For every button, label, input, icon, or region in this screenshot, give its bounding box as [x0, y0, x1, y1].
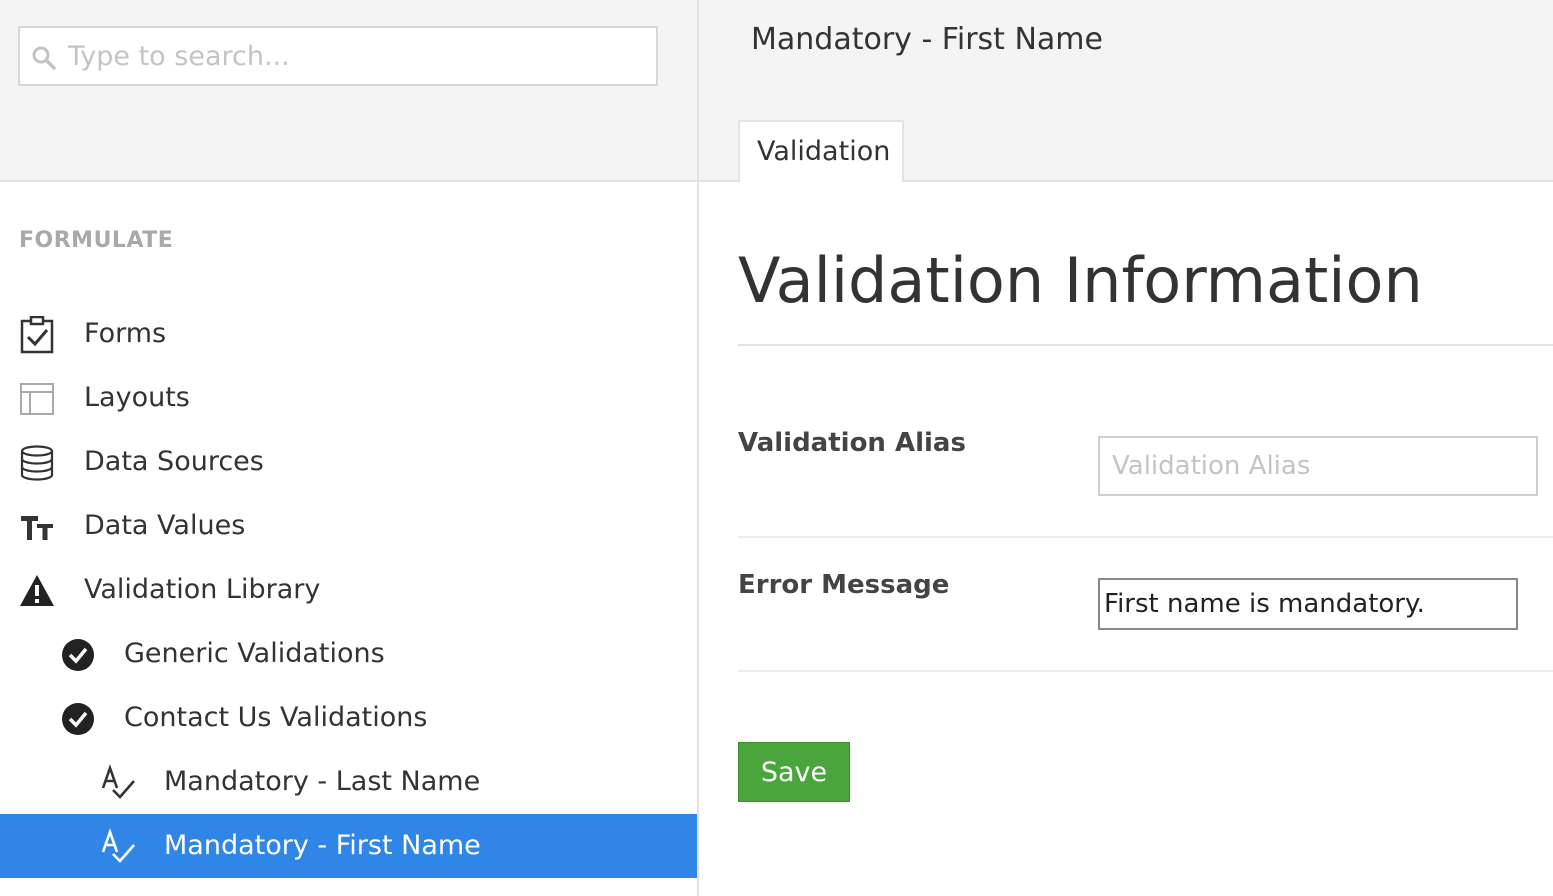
sidebar-item-contact-us-validations[interactable]: Contact Us Validations	[0, 686, 698, 750]
search-box[interactable]	[18, 26, 658, 86]
sidebar-search-area	[0, 0, 698, 182]
section-heading: FORMULATE	[19, 228, 174, 253]
sidebar-item-label: Data Sources	[84, 446, 264, 477]
sidebar-item-mandatory-first-name[interactable]: Mandatory - First Name	[0, 814, 698, 878]
error-message-input[interactable]	[1098, 578, 1518, 630]
clipboard-check-icon	[18, 316, 56, 354]
sidebar-item-label: Mandatory - First Name	[164, 830, 481, 861]
sidebar-item-label: Forms	[84, 318, 167, 349]
check-circle-icon	[59, 700, 97, 738]
database-icon	[18, 444, 56, 482]
sidebar-item-label: Mandatory - Last Name	[164, 766, 481, 797]
sidebar-item-label: Layouts	[84, 382, 190, 413]
text-size-icon	[18, 508, 56, 546]
validation-alias-input[interactable]	[1098, 436, 1538, 496]
sidebar-item-label: Validation Library	[84, 574, 321, 605]
spellcheck-icon	[99, 828, 137, 866]
layout-icon	[18, 380, 56, 418]
title-divider	[738, 344, 1553, 346]
content-body: Validation Information Validation Alias …	[699, 182, 1553, 896]
sidebar: FORMULATE Forms Layouts	[0, 0, 698, 896]
node-title: Mandatory - First Name	[751, 22, 1103, 57]
sidebar-item-data-values[interactable]: Data Values	[0, 494, 698, 558]
tab-validation[interactable]: Validation	[738, 120, 904, 182]
content-header: Mandatory - First Name Validation	[699, 0, 1553, 182]
field-divider	[738, 536, 1553, 538]
page-title: Validation Information	[738, 244, 1423, 317]
save-button[interactable]: Save	[738, 742, 850, 802]
search-input[interactable]	[68, 28, 648, 84]
search-icon	[32, 46, 56, 70]
sidebar-item-data-sources[interactable]: Data Sources	[0, 430, 698, 494]
sidebar-item-mandatory-last-name[interactable]: Mandatory - Last Name	[0, 750, 698, 814]
error-message-label: Error Message	[738, 570, 950, 600]
validation-alias-label: Validation Alias	[738, 428, 966, 458]
sidebar-item-label: Contact Us Validations	[124, 702, 428, 733]
check-circle-icon	[59, 636, 97, 674]
sidebar-item-validation-library[interactable]: Validation Library	[0, 558, 698, 622]
field-divider	[738, 670, 1553, 672]
sidebar-item-layouts[interactable]: Layouts	[0, 366, 698, 430]
spellcheck-icon	[99, 764, 137, 802]
sidebar-item-label: Data Values	[84, 510, 246, 541]
sidebar-item-forms[interactable]: Forms	[0, 302, 698, 366]
sidebar-item-label: Generic Validations	[124, 638, 385, 669]
warning-icon	[18, 572, 56, 610]
app-window: FORMULATE Forms Layouts	[0, 0, 1553, 896]
sidebar-item-generic-validations[interactable]: Generic Validations	[0, 622, 698, 686]
